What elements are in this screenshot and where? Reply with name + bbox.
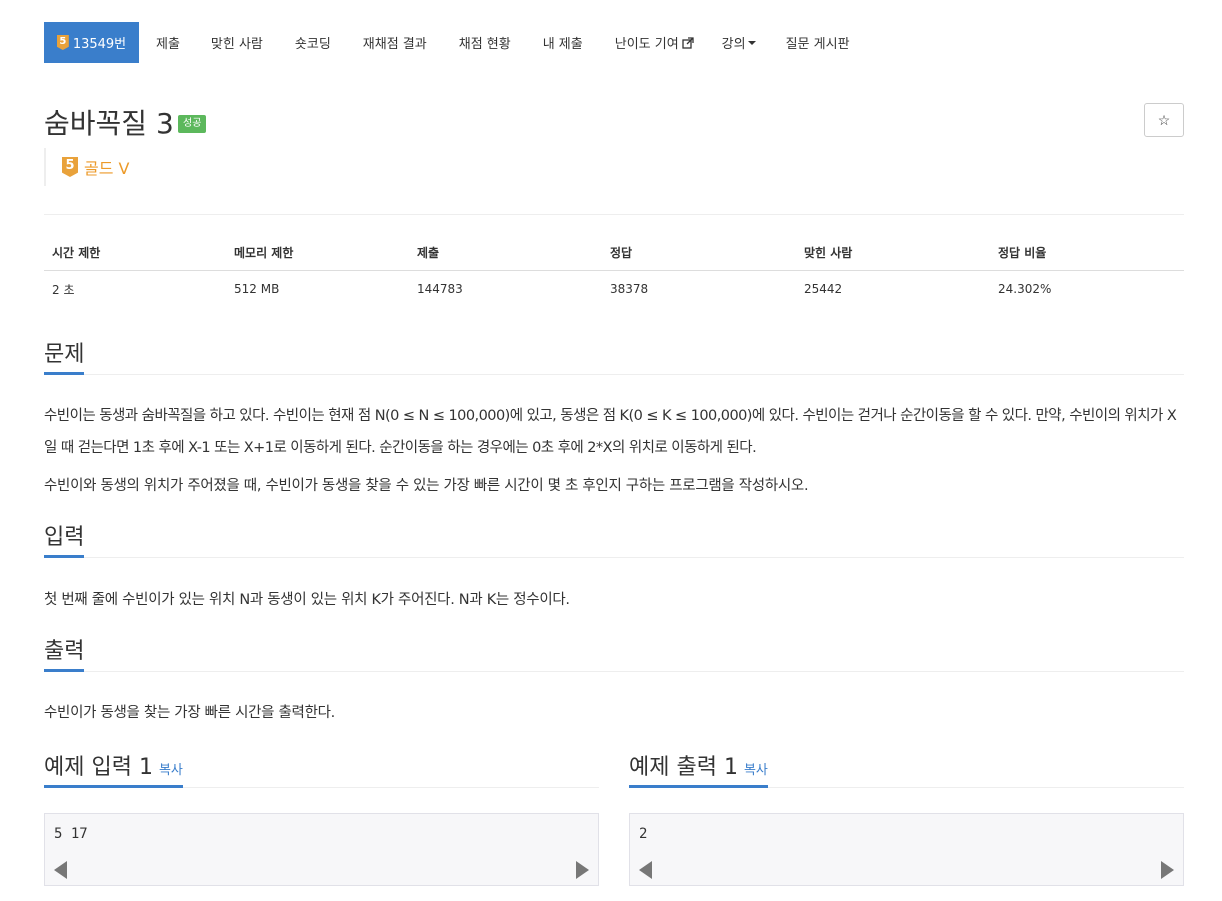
nav-problem-number[interactable]: 5 13549번: [44, 22, 139, 63]
copy-sample-input-button[interactable]: 복사: [159, 763, 183, 778]
star-outline-icon: ☆: [1157, 111, 1171, 128]
section-input-header: 입력: [44, 524, 1184, 558]
copy-sample-output-button[interactable]: 복사: [744, 763, 768, 778]
sample-input-content: 5 17: [54, 826, 88, 842]
scroll-right-arrow-icon[interactable]: [576, 861, 589, 879]
problem-menu: 5 13549번 제출 맞힌 사람 숏코딩 재채점 결과 채점 현황 내 제출 …: [44, 22, 850, 63]
sample-input-heading-wrap: 예제 입력 1 복사: [44, 754, 183, 788]
memory-limit-value: 512 MB: [234, 282, 280, 297]
nav-short-coding[interactable]: 숏코딩: [295, 22, 331, 63]
header-solved-users: 맞힌 사람: [796, 235, 990, 271]
solved-users-value: 25442: [804, 282, 843, 297]
problem-page: 5 13549번 제출 맞힌 사람 숏코딩 재채점 결과 채점 현황 내 제출 …: [0, 0, 1222, 901]
horizontal-scrollbar[interactable]: [45, 855, 598, 885]
sample-output-heading-wrap: 예제 출력 1 복사: [629, 754, 768, 788]
nav-difficulty-label: 난이도 기여: [614, 37, 679, 52]
nav-problem-number-label: 13549번: [72, 37, 127, 52]
nav-difficulty-contribution[interactable]: 난이도 기여: [615, 22, 694, 63]
table-header-row: 시간 제한 메모리 제한 제출 정답 맞힌 사람 정답 비율: [44, 235, 1184, 271]
nav-my-submissions[interactable]: 내 제출: [543, 22, 583, 63]
divider: [44, 214, 1184, 215]
table-row: 2 초 512 MB 144783 38378 25442 24.302%: [44, 270, 1184, 308]
sample-input-header: 예제 입력 1 복사: [44, 754, 599, 788]
horizontal-scrollbar[interactable]: [630, 855, 1183, 885]
tier-5-badge-icon: 5: [56, 35, 69, 50]
favorite-star-button[interactable]: ☆: [1144, 103, 1184, 137]
output-description: 수빈이가 동생을 찾는 가장 빠른 시간을 출력한다.: [44, 705, 335, 721]
nav-lectures-label: 강의: [721, 37, 746, 52]
section-input-heading: 입력: [44, 524, 85, 558]
scroll-left-arrow-icon[interactable]: [639, 861, 652, 879]
external-link-icon: [682, 36, 694, 49]
scroll-left-arrow-icon[interactable]: [54, 861, 67, 879]
header-accept-ratio: 정답 비율: [990, 235, 1184, 271]
sample-output-heading: 예제 출력 1: [629, 755, 738, 780]
accepted-value: 38378: [610, 282, 649, 297]
nav-status[interactable]: 채점 현황: [459, 22, 511, 63]
sample-output-content: 2: [639, 826, 648, 842]
input-description: 첫 번째 줄에 수빈이가 있는 위치 N과 동생이 있는 위치 K가 주어진다.…: [44, 592, 570, 608]
scroll-right-arrow-icon[interactable]: [1161, 861, 1174, 879]
sample-input-heading: 예제 입력 1: [44, 755, 153, 780]
sample-output-box: 2: [629, 813, 1184, 886]
problem-title: 숨바꼭질 3: [44, 107, 174, 140]
header-memory-limit: 메모리 제한: [226, 235, 409, 271]
sample-input-box: 5 17: [44, 813, 599, 886]
problem-description: 수빈이는 동생과 숨바꼭질을 하고 있다. 수빈이는 현재 점 N(0 ≤ N …: [44, 408, 1177, 456]
time-limit-value: 2 초: [52, 282, 75, 297]
nav-solved-users[interactable]: 맞힌 사람: [211, 22, 263, 63]
accept-ratio-value: 24.302%: [998, 282, 1052, 297]
section-problem-heading: 문제: [44, 341, 85, 375]
problem-tier: 5 골드 V: [44, 148, 129, 186]
header-accepted: 정답: [602, 235, 796, 271]
submissions-value: 144783: [417, 282, 463, 297]
result-success-badge: 성공: [178, 115, 207, 133]
sample-output-header: 예제 출력 1 복사: [629, 754, 1184, 788]
section-output-header: 출력: [44, 638, 1184, 672]
section-output-heading: 출력: [44, 638, 85, 672]
problem-description-2: 수빈이와 동생의 위치가 주어졌을 때, 수빈이가 동생을 찾을 수 있는 가장…: [44, 478, 809, 494]
header-time-limit: 시간 제한: [44, 235, 226, 271]
section-problem-header: 문제: [44, 341, 1184, 375]
tier-label: 골드 V: [84, 159, 130, 178]
problem-info-table: 시간 제한 메모리 제한 제출 정답 맞힌 사람 정답 비율 2 초 512 M…: [44, 235, 1184, 308]
header-submissions: 제출: [409, 235, 602, 271]
nav-rejudge-result[interactable]: 재채점 결과: [363, 22, 427, 63]
nav-submit[interactable]: 제출: [156, 22, 180, 63]
tier-gold5-icon: 5: [62, 157, 78, 177]
caret-down-icon: [747, 40, 756, 45]
nav-lectures-dropdown[interactable]: 강의: [722, 22, 756, 63]
nav-question-board[interactable]: 질문 게시판: [786, 22, 850, 63]
